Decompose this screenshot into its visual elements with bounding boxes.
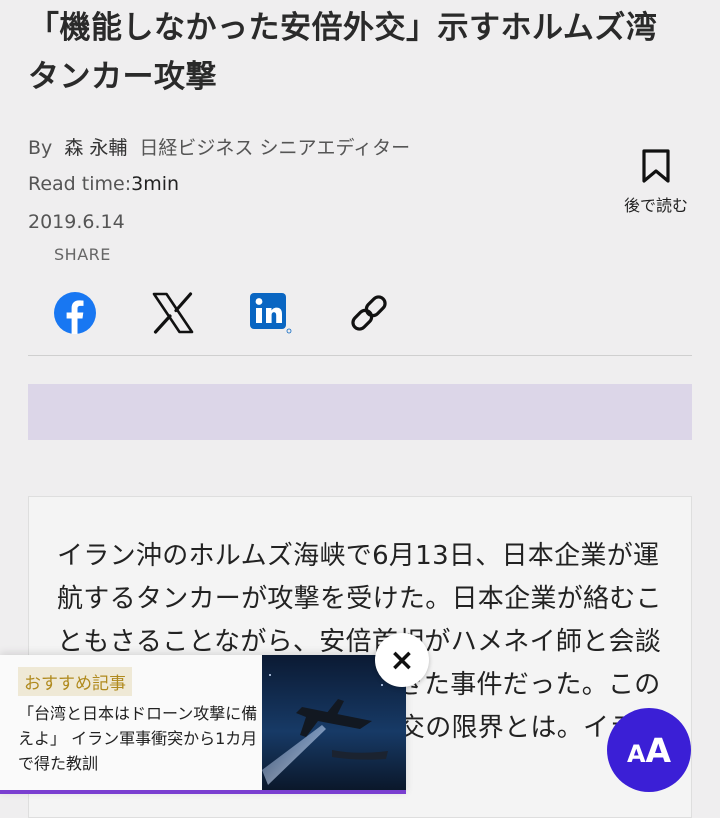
author-name[interactable]: 森 永輔 bbox=[64, 137, 127, 159]
recommended-article-card[interactable]: おすすめ記事 「台湾と日本はドローン攻撃に備えよ」 イラン軍事衝突から1カ月で得… bbox=[0, 655, 406, 794]
by-label: By bbox=[28, 137, 53, 159]
read-time: Read time:3min bbox=[28, 173, 179, 195]
share-label: SHARE bbox=[54, 245, 111, 264]
share-divider bbox=[28, 355, 692, 356]
facebook-icon bbox=[54, 292, 96, 334]
close-recommendation-button[interactable]: × bbox=[375, 633, 429, 687]
share-linkedin-button[interactable] bbox=[247, 290, 293, 336]
x-icon bbox=[152, 292, 194, 334]
font-size-button[interactable]: AA bbox=[607, 708, 691, 792]
font-size-big-a: A bbox=[645, 730, 672, 770]
read-later-label: 後で読む bbox=[623, 196, 688, 215]
bookmark-icon bbox=[642, 149, 670, 183]
recommended-tag: おすすめ記事 bbox=[18, 667, 132, 696]
article-title: 「機能しなかった安倍外交」示すホルムズ湾タンカー攻撃 bbox=[28, 10, 658, 95]
ad-placeholder bbox=[28, 384, 692, 440]
recommendation-progress-bar bbox=[0, 790, 406, 794]
publish-date: 2019.6.14 bbox=[28, 211, 125, 233]
link-icon bbox=[351, 295, 387, 331]
recommended-article-title[interactable]: 「台湾と日本はドローン攻撃に備えよ」 イラン軍事衝突から1カ月で得た教訓 bbox=[18, 701, 262, 776]
byline: By 森 永輔 日経ビジネス シニアエディター bbox=[28, 133, 410, 160]
share-facebook-button[interactable] bbox=[52, 290, 98, 336]
share-x-button[interactable] bbox=[150, 290, 196, 336]
read-time-label: Read time: bbox=[28, 173, 132, 195]
read-time-value: 3min bbox=[131, 173, 180, 195]
copy-link-button[interactable] bbox=[346, 290, 392, 336]
read-later-button[interactable]: 後で読む bbox=[614, 148, 698, 224]
close-icon: × bbox=[389, 642, 415, 678]
linkedin-icon bbox=[250, 293, 292, 334]
font-size-small-a: A bbox=[626, 740, 646, 768]
author-role: 日経ビジネス シニアエディター bbox=[139, 137, 411, 159]
